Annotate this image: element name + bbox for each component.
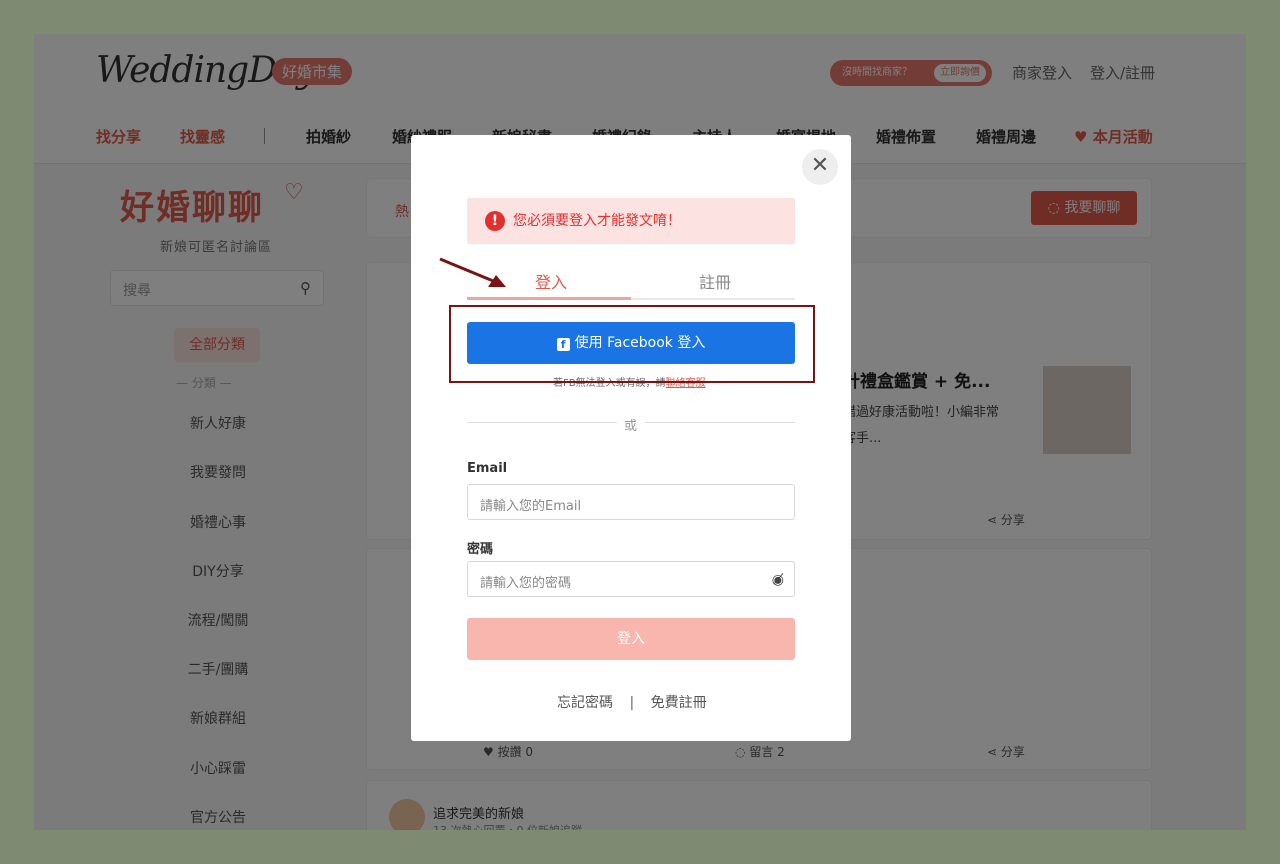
password-placeholder: 請輸入您的密碼 bbox=[480, 576, 572, 591]
alert-text: 您必須要登入才能發文唷！ bbox=[513, 213, 681, 229]
email-field[interactable]: 請輸入您的Email bbox=[467, 484, 795, 520]
forgot-password-link[interactable]: 忘記密碼 bbox=[557, 695, 613, 711]
login-modal: ✕ ! 您必須要登入才能發文唷！ 登入 註冊 f 使用 Facebook 登入 若… bbox=[411, 135, 851, 741]
divider-right bbox=[645, 422, 795, 423]
close-icon[interactable]: ✕ bbox=[802, 149, 838, 185]
footer-separator: | bbox=[629, 695, 635, 711]
free-register-link[interactable]: 免費註冊 bbox=[651, 695, 707, 711]
tab-active-indicator bbox=[467, 297, 631, 300]
login-submit-button[interactable]: 登入 bbox=[467, 618, 795, 660]
login-required-alert: ! 您必須要登入才能發文唷！ bbox=[467, 198, 795, 244]
modal-footer-links: 忘記密碼 | 免費註冊 bbox=[557, 692, 707, 712]
tab-register[interactable]: 註冊 bbox=[699, 269, 731, 293]
or-divider-text: 或 bbox=[624, 419, 638, 434]
divider-left bbox=[467, 422, 617, 423]
password-label: 密碼 bbox=[467, 542, 494, 557]
annotation-highlight-box bbox=[449, 305, 815, 383]
password-field[interactable]: 請輸入您的密碼 ◉̸ bbox=[467, 561, 795, 597]
eye-slash-icon[interactable]: ◉̸ bbox=[772, 572, 784, 588]
tab-login[interactable]: 登入 bbox=[535, 269, 567, 293]
email-label: Email bbox=[467, 461, 508, 476]
exclamation-icon: ! bbox=[485, 211, 505, 231]
email-placeholder: 請輸入您的Email bbox=[480, 499, 582, 514]
annotation-arrow-icon bbox=[439, 257, 506, 287]
